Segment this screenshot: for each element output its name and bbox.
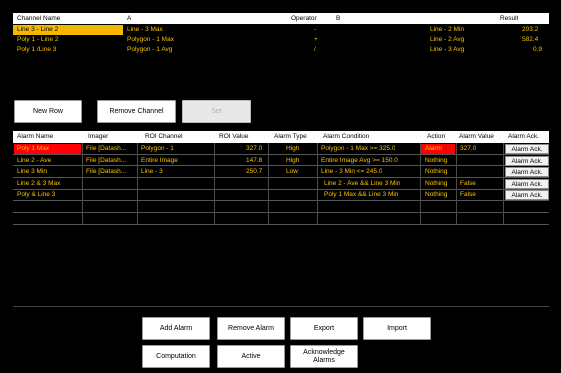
remove-alarm-button[interactable]: Remove Alarm (217, 317, 285, 340)
alarm-roi-value-cell: 250.7 (246, 168, 263, 175)
channel-b-cell: Line - 2 Min (430, 26, 464, 33)
channel-b-cell: Line - 3 Avg (430, 46, 465, 53)
alarm-ack-button[interactable]: Alarm Ack. (505, 167, 549, 177)
new-row-button[interactable]: New Row (14, 100, 82, 123)
channel-b-cell: Line - 2 Avg (430, 36, 465, 43)
alarm-imager-cell: File [Datash... (86, 157, 127, 164)
alarm-ack-button[interactable]: Alarm Ack. (505, 179, 549, 189)
alarm-ack-button[interactable]: Alarm Ack. (505, 144, 549, 154)
channel-name-cell[interactable]: Poly 1 - Line 2 (17, 35, 59, 44)
col-header-roi-channel: ROI Channel (145, 133, 183, 140)
col-header-action: Action (427, 133, 446, 140)
channel-result-cell: 0.9 (533, 46, 543, 53)
alarm-roi-value-cell: 147.8 (246, 157, 263, 164)
alarm-roi-channel-cell: Line - 3 (141, 168, 163, 175)
channel-table-header (13, 13, 549, 24)
channel-a-cell: Polygon - 1 Max (127, 36, 174, 43)
alarm-condition-cell: Poly 1 Max && Line 3 Min (324, 191, 399, 198)
col-header-channel-name: Channel Name (17, 15, 61, 22)
channel-operator-cell: + (314, 36, 318, 43)
alarm-name-cell[interactable]: Line 2 - Ave (17, 156, 51, 165)
alarm-action-cell: Alarm (425, 145, 442, 152)
alarm-name-cell[interactable]: Line 3 Min (17, 167, 47, 176)
acknowledge-alarms-button[interactable]: Acknowledge Alarms (290, 345, 358, 368)
import-button[interactable]: Import (363, 317, 431, 340)
col-header-roi-value: ROI Value (219, 133, 249, 140)
alarm-action-cell: Nothing (425, 168, 448, 175)
alarm-name-cell[interactable]: Line 2 & 3 Max (17, 179, 60, 188)
alarm-condition-cell: Polygon - 1 Max >= 325.0 (321, 145, 396, 152)
col-header-b: B (336, 15, 341, 22)
alarm-type-cell: Low (286, 168, 298, 175)
alarm-imager-cell: File [Datash... (86, 168, 127, 175)
table-row[interactable] (13, 25, 549, 35)
alarm-condition-cell: Line 2 - Ave && Line 3 Min (324, 180, 401, 187)
alarm-value-cell: 327.0 (460, 145, 477, 152)
computation-button[interactable]: Computation (142, 345, 210, 368)
alarm-roi-value-cell: 327.0 (246, 145, 263, 152)
alarm-value-cell: False (460, 180, 476, 187)
alarm-name-cell[interactable]: Poly 1 Max (17, 144, 49, 153)
alarm-action-cell: Nothing (425, 157, 448, 164)
alarm-type-cell: High (286, 157, 300, 164)
col-header-alarm-ack: Alarm Ack. (508, 133, 540, 140)
export-button[interactable]: Export (290, 317, 358, 340)
channel-operator-cell: - (314, 26, 317, 33)
col-header-operator: Operator (291, 15, 317, 22)
channel-operator-cell: / (314, 46, 316, 53)
channel-name-cell[interactable]: Poly 1 /Line 3 (17, 45, 56, 54)
channel-a-cell: Polygon - 1 Avg (127, 46, 173, 53)
col-header-result: Result (500, 15, 519, 22)
alarm-value-cell: False (460, 191, 476, 198)
alarm-imager-cell: File [Datash... (86, 145, 127, 152)
channel-a-cell: Line - 3 Max (127, 26, 163, 33)
alarm-name-cell[interactable]: Poly & Line 3 (17, 190, 55, 199)
alarm-action-cell: Nothing (425, 191, 448, 198)
active-button[interactable]: Active (217, 345, 285, 368)
channel-result-cell: 203.2 (522, 26, 539, 33)
alarm-condition-cell: Entire Image Avg >= 150.0 (321, 157, 398, 164)
alarm-action-cell: Nothing (425, 180, 448, 187)
alarm-roi-channel-cell: Entire Image (141, 157, 178, 164)
add-alarm-button[interactable]: Add Alarm (142, 317, 210, 340)
channel-result-cell: 582.4 (522, 36, 539, 43)
channel-name-cell[interactable]: Line 3 - Line 2 (17, 25, 58, 34)
remove-channel-button[interactable]: Remove Channel (97, 100, 176, 123)
col-header-alarm-condition: Alarm Condition (323, 133, 370, 140)
alarm-roi-channel-cell: Polygon - 1 (141, 145, 174, 152)
col-header-alarm-name: Alarm Name (17, 133, 54, 140)
set-button[interactable]: Set (182, 100, 251, 123)
col-header-imager: Imager (88, 133, 109, 140)
alarm-type-cell: High (286, 145, 300, 152)
alarm-ack-button[interactable]: Alarm Ack. (505, 156, 549, 166)
alarm-ack-button[interactable]: Alarm Ack. (505, 190, 549, 200)
col-header-alarm-value: Alarm Value (459, 133, 494, 140)
bottom-panel-divider (13, 306, 549, 307)
col-header-a: A (127, 15, 132, 22)
col-header-alarm-type: Alarm Type (274, 133, 307, 140)
alarm-condition-cell: Line - 3 Min <= 245.0 (321, 168, 383, 175)
